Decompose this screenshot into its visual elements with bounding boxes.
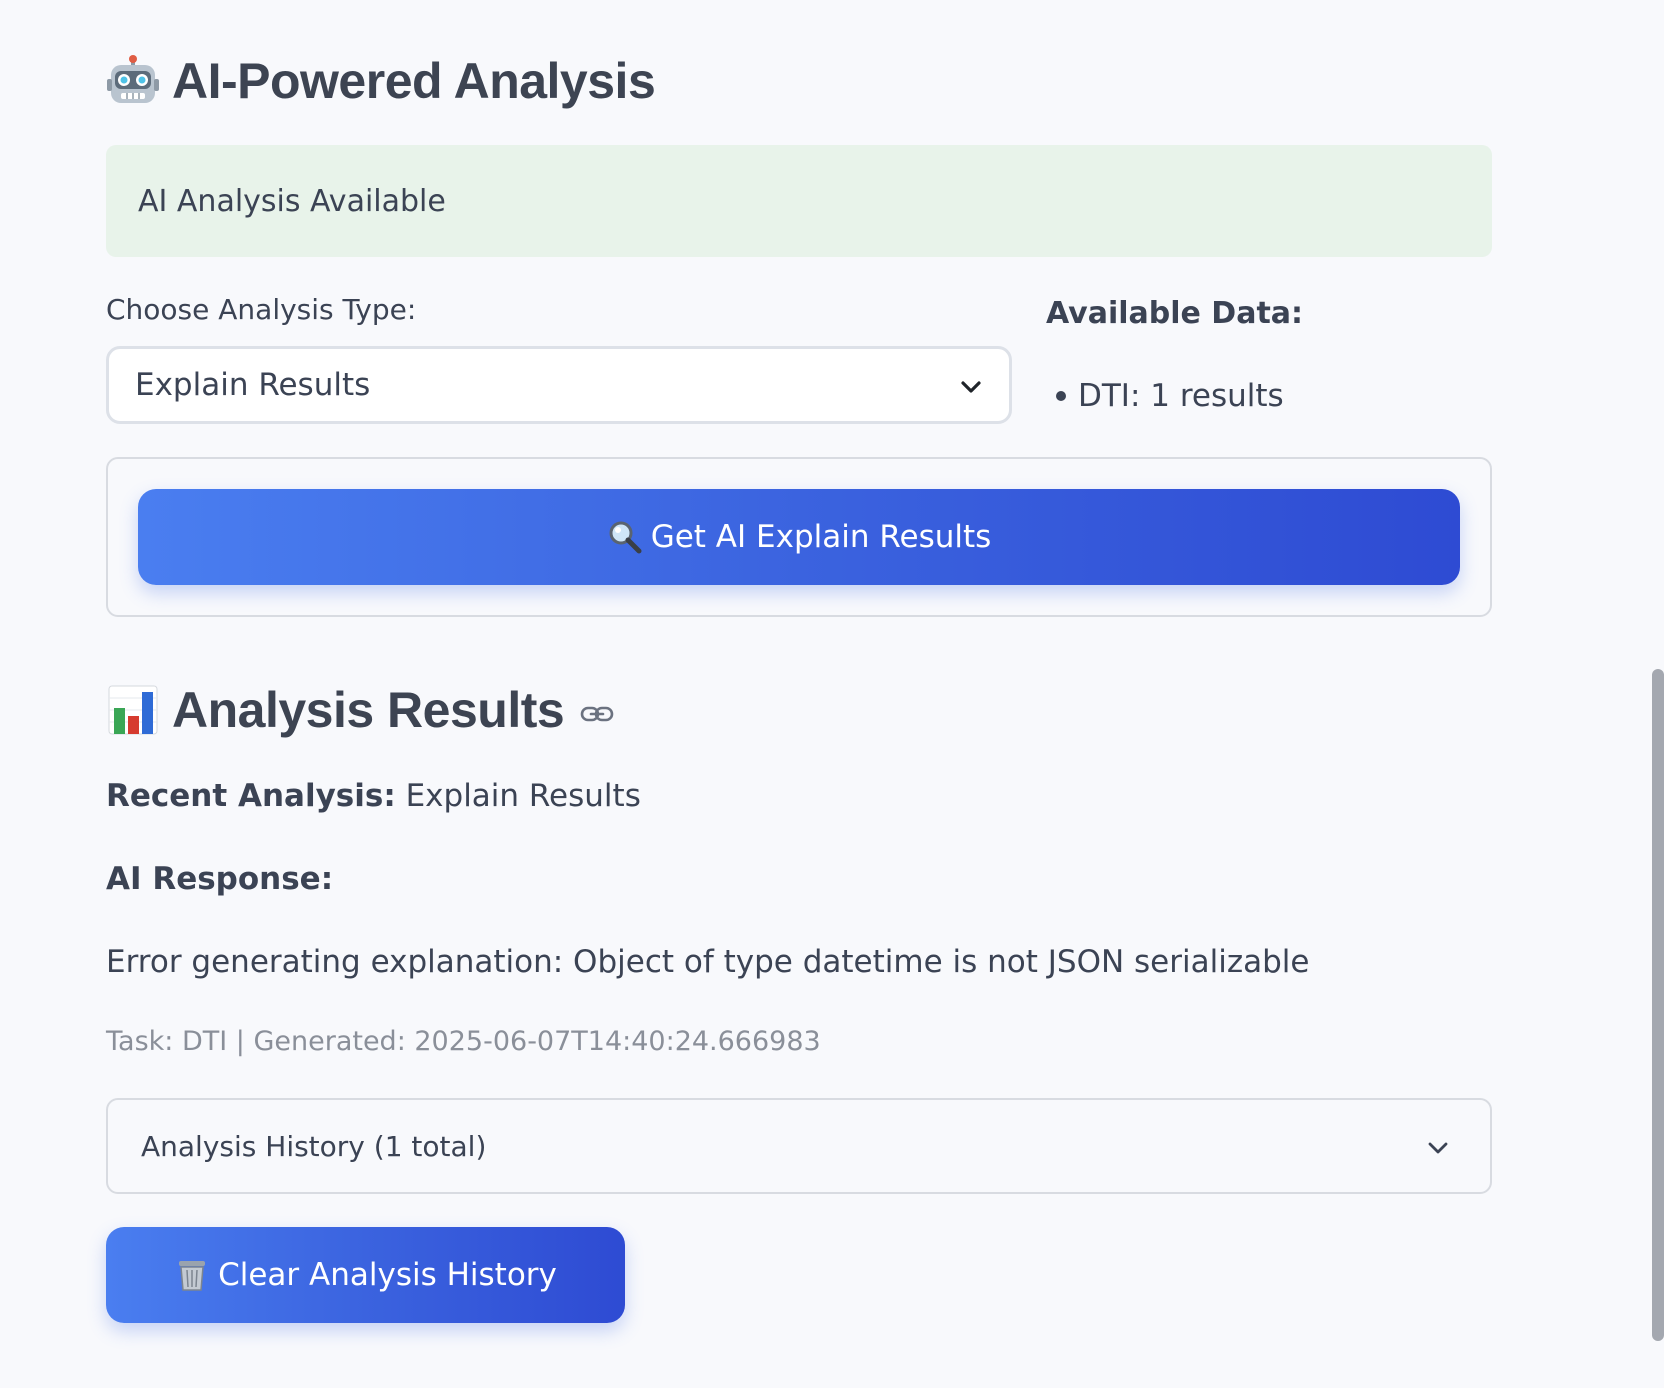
analysis-history-label: Analysis History (1 total) xyxy=(141,1129,487,1163)
available-data-item: DTI: 1 results xyxy=(1046,378,1284,414)
analysis-type-select[interactable]: Explain Results xyxy=(106,346,1012,424)
analysis-type-label: Choose Analysis Type: xyxy=(106,293,417,326)
analysis-history-expander[interactable]: Analysis History (1 total) xyxy=(106,1098,1492,1194)
clear-analysis-history-label: Clear Analysis History xyxy=(218,1257,557,1293)
analysis-meta-caption: Task: DTI | Generated: 2025-06-07T14:40:… xyxy=(106,1026,821,1057)
link-icon[interactable] xyxy=(580,704,614,724)
get-analysis-form: Get AI Explain Results xyxy=(106,457,1492,617)
ai-analysis-heading: AI-Powered Analysis xyxy=(106,46,656,116)
ai-analysis-heading-text: AI-Powered Analysis xyxy=(172,53,656,109)
analysis-results-heading-text: Analysis Results xyxy=(172,682,565,738)
available-data-title: Available Data: xyxy=(1046,296,1304,331)
analysis-results-heading: Analysis Results xyxy=(106,676,614,744)
clear-analysis-history-button[interactable]: Clear Analysis History xyxy=(106,1227,625,1323)
bullet-icon xyxy=(1056,391,1066,401)
scrollbar-thumb[interactable] xyxy=(1652,669,1664,1341)
chevron-down-icon xyxy=(1426,1130,1450,1163)
wastebasket-icon xyxy=(174,1257,210,1293)
scrollbar-track[interactable] xyxy=(1664,0,1678,1388)
ai-response-text: Error generating explanation: Object of … xyxy=(106,944,1310,980)
recent-analysis: Recent Analysis: Explain Results xyxy=(106,778,641,814)
recent-analysis-label: Recent Analysis: xyxy=(106,778,396,814)
bar-chart-icon xyxy=(106,683,160,737)
robot-icon xyxy=(106,54,160,108)
get-ai-explain-button-label: Get AI Explain Results xyxy=(650,519,992,555)
chevron-down-icon xyxy=(959,367,983,403)
ai-response-label: AI Response: xyxy=(106,861,334,897)
recent-analysis-value: Explain Results xyxy=(405,778,641,814)
analysis-type-value: Explain Results xyxy=(135,367,371,403)
ai-status-text: AI Analysis Available xyxy=(138,183,446,219)
get-ai-explain-button[interactable]: Get AI Explain Results xyxy=(138,489,1460,585)
magnifier-icon xyxy=(607,519,643,555)
available-data-item-text: DTI: 1 results xyxy=(1078,378,1284,414)
ai-status-banner: AI Analysis Available xyxy=(106,145,1492,257)
